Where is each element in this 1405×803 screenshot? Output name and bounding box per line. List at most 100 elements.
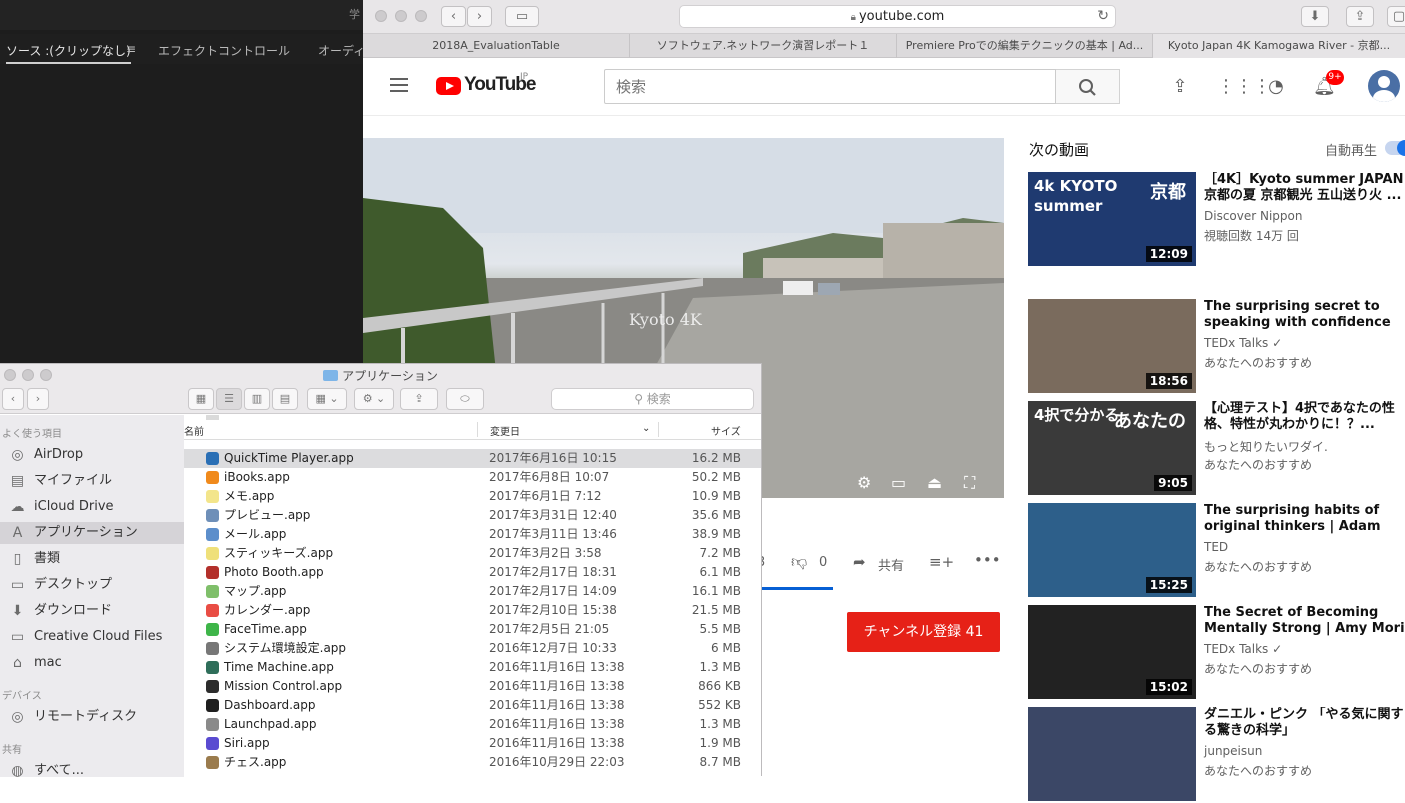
share-button-icon[interactable]: ⇪ xyxy=(400,388,438,410)
upload-icon[interactable]: ⇪ xyxy=(1169,76,1191,98)
hamburger-menu-icon[interactable] xyxy=(390,78,408,92)
reload-icon[interactable]: ↻ xyxy=(1097,6,1109,27)
sidebar-item[interactable]: ◍ すべて... xyxy=(0,760,184,782)
channel-name[interactable]: junpeisun xyxy=(1204,744,1262,758)
recommendation-item[interactable]: ダニエル・ピンク 「やる気に関する驚きの科学」 junpeisun あなたへのおすす… xyxy=(1028,707,1405,803)
file-row[interactable]: チェス.app 2016年10月29日 22:03 8.7 MB xyxy=(184,753,761,772)
sort-chevron-icon[interactable]: ⌄ xyxy=(642,423,650,434)
video-thumbnail[interactable]: 15:02 xyxy=(1028,605,1196,699)
subscribe-button[interactable]: チャンネル登録 41 xyxy=(847,612,1000,652)
address-bar[interactable]: 🔒︎ youtube.com ↻ xyxy=(679,5,1116,28)
finder-back-button[interactable]: ‹ xyxy=(2,388,24,410)
tab-audio[interactable]: オーディ xyxy=(318,42,365,59)
recommendation-title[interactable]: ダニエル・ピンク 「やる気に関する驚きの科学」 xyxy=(1204,707,1405,739)
minimize-window-button[interactable] xyxy=(395,10,407,22)
tab-source[interactable]: ソース :(クリップなし) xyxy=(6,42,131,64)
file-row[interactable]: Mission Control.app 2016年11月16日 13:38 866 … xyxy=(184,677,761,696)
gallery-view-button[interactable]: ▤ xyxy=(272,388,298,410)
file-row[interactable]: メモ.app 2017年6月1日 7:12 10.9 MB xyxy=(184,487,761,506)
action-gear-icon[interactable]: ⚙ ⌄ xyxy=(354,388,394,410)
add-to-playlist-icon[interactable]: ≡+ xyxy=(929,553,954,571)
file-row[interactable]: システム環境設定.app 2016年12月7日 10:33 6 MB xyxy=(184,639,761,658)
group-by-button[interactable]: ▦ ⌄ xyxy=(307,388,347,410)
video-thumbnail[interactable] xyxy=(1028,707,1196,801)
recommendation-item[interactable]: 15:25 The surprising habits of original t… xyxy=(1028,503,1405,599)
tab-effect-controls[interactable]: エフェクトコントロール xyxy=(158,42,290,59)
tab-network-report[interactable]: ソフトウェア.ネットワーク演習レポート１ xyxy=(630,34,897,58)
tab-evaluation-table[interactable]: 2018A_EvaluationTable xyxy=(363,34,630,58)
more-actions-icon[interactable]: ••• xyxy=(974,551,1001,569)
panel-menu-icon[interactable]: ≡ xyxy=(126,42,136,56)
finder-search-field[interactable]: ⚲ 検索 xyxy=(551,388,754,410)
file-row[interactable]: メール.app 2017年3月11日 13:46 38.9 MB xyxy=(184,525,761,544)
channel-name[interactable]: Discover Nippon xyxy=(1204,209,1303,223)
video-thumbnail[interactable]: 4択で分かる あなたの 9:05 xyxy=(1028,401,1196,495)
search-field[interactable] xyxy=(604,69,1056,104)
apps-grid-icon[interactable]: ⋮⋮⋮ xyxy=(1217,76,1271,98)
column-date[interactable]: 変更日 xyxy=(490,423,520,438)
downloads-icon[interactable]: ⬇ xyxy=(1301,6,1329,27)
column-view-button[interactable]: ▥ xyxy=(244,388,270,410)
zoom-window-button[interactable] xyxy=(415,10,427,22)
theater-mode-icon[interactable]: ▭ xyxy=(891,473,906,492)
autoplay-toggle[interactable] xyxy=(1385,140,1405,156)
search-button[interactable] xyxy=(1056,69,1120,104)
recommendation-item[interactable]: 15:02 The Secret of Becoming Mentally Str… xyxy=(1028,605,1405,701)
airplay-icon[interactable]: ⏏ xyxy=(927,473,942,492)
share-icon[interactable]: ⇪ xyxy=(1346,6,1374,27)
file-row[interactable]: FaceTime.app 2017年2月5日 21:05 5.5 MB xyxy=(184,620,761,639)
sidebar-item[interactable]: ▯ 書類 xyxy=(0,548,184,570)
finder-forward-button[interactable]: › xyxy=(27,388,49,410)
file-row[interactable]: カレンダー.app 2017年2月10日 15:38 21.5 MB xyxy=(184,601,761,620)
list-view-button[interactable]: ☰ xyxy=(216,388,242,410)
channel-name[interactable]: TEDx Talks ✓ xyxy=(1204,642,1282,656)
file-row[interactable]: QuickTime Player.app 2017年6月16日 10:15 16.2… xyxy=(184,449,761,468)
file-row[interactable]: Time Machine.app 2016年11月16日 13:38 1.3 MB xyxy=(184,658,761,677)
sidebar-item[interactable]: ⬇ ダウンロード xyxy=(0,600,184,622)
file-row[interactable]: Launchpad.app 2016年11月16日 13:38 1.3 MB xyxy=(184,715,761,734)
sidebar-item[interactable]: ◎ リモートディスク xyxy=(0,706,184,728)
sidebar-item[interactable]: ▤ マイファイル xyxy=(0,470,184,492)
tab-kyoto-video[interactable]: Kyoto Japan 4K Kamogawa River - 京都... xyxy=(1153,34,1405,58)
sidebar-item[interactable]: ▭ デスクトップ xyxy=(0,574,184,596)
channel-name[interactable]: TED xyxy=(1204,540,1228,554)
channel-name[interactable]: TEDx Talks ✓ xyxy=(1204,336,1282,350)
file-row[interactable]: Siri.app 2016年11月16日 13:38 1.9 MB xyxy=(184,734,761,753)
icon-view-button[interactable]: ▦ xyxy=(188,388,214,410)
recommendation-title[interactable]: The surprising habits of original thinke… xyxy=(1204,503,1405,535)
fullscreen-icon[interactable]: ⛶ xyxy=(964,473,975,493)
sidebar-toggle-icon[interactable]: ▭ xyxy=(505,6,539,27)
settings-gear-icon[interactable]: ⚙ xyxy=(857,473,871,492)
sidebar-item[interactable]: ◎ AirDrop xyxy=(0,444,184,466)
video-thumbnail[interactable]: 18:56 xyxy=(1028,299,1196,393)
video-thumbnail[interactable]: 4k KYOTO summer 京都 12:09 xyxy=(1028,172,1196,266)
close-window-button[interactable] xyxy=(375,10,387,22)
share-label[interactable]: 共有 xyxy=(878,555,904,574)
back-button[interactable]: ‹ xyxy=(441,6,466,27)
column-size[interactable]: サイズ xyxy=(711,423,741,438)
dislike-icon[interactable]: 👎︎ xyxy=(791,552,807,572)
tab-premiere-guide[interactable]: Premiere Proでの編集テクニックの基本 | Ad... xyxy=(897,34,1153,58)
share-arrow-icon[interactable]: ➦ xyxy=(853,553,866,571)
tabs-overview-icon[interactable]: ▢ xyxy=(1387,6,1405,27)
recommendation-item[interactable]: 4k KYOTO summer 京都 12:09 ［4K］Kyoto summer J… xyxy=(1028,172,1405,268)
messages-icon[interactable]: ◔ xyxy=(1265,76,1287,98)
sidebar-item[interactable]: ⌂ mac xyxy=(0,652,184,674)
recommendation-title[interactable]: ［4K］Kyoto summer JAPAN 京都の夏 京都観光 五山送り火 .… xyxy=(1204,172,1405,204)
tag-icon[interactable]: ⬭ xyxy=(446,388,484,410)
search-input[interactable] xyxy=(605,70,1055,103)
recommendation-title[interactable]: The surprising secret to speaking with c… xyxy=(1204,299,1405,331)
file-row[interactable]: Dashboard.app 2016年11月16日 13:38 552 KB xyxy=(184,696,761,715)
account-avatar[interactable] xyxy=(1368,70,1400,102)
sidebar-item[interactable]: ▭ Creative Cloud Files xyxy=(0,626,184,648)
column-name[interactable]: 名前 xyxy=(184,423,204,438)
forward-button[interactable]: › xyxy=(467,6,492,27)
sidebar-item[interactable]: A アプリケーション xyxy=(0,522,184,544)
file-row[interactable]: プレビュー.app 2017年3月31日 12:40 35.6 MB xyxy=(184,506,761,525)
recommendation-title[interactable]: The Secret of Becoming Mentally Strong |… xyxy=(1204,605,1405,637)
video-thumbnail[interactable]: 15:25 xyxy=(1028,503,1196,597)
recommendation-item[interactable]: 4択で分かる あなたの 9:05 【心理テスト】4択であなたの性格、特性が丸わかりに！… xyxy=(1028,401,1405,497)
file-row[interactable]: マップ.app 2017年2月17日 14:09 16.1 MB xyxy=(184,582,761,601)
recommendation-item[interactable]: 18:56 The surprising secret to speaking w… xyxy=(1028,299,1405,395)
channel-name[interactable]: もっと知りたいワダイ. xyxy=(1204,438,1328,455)
